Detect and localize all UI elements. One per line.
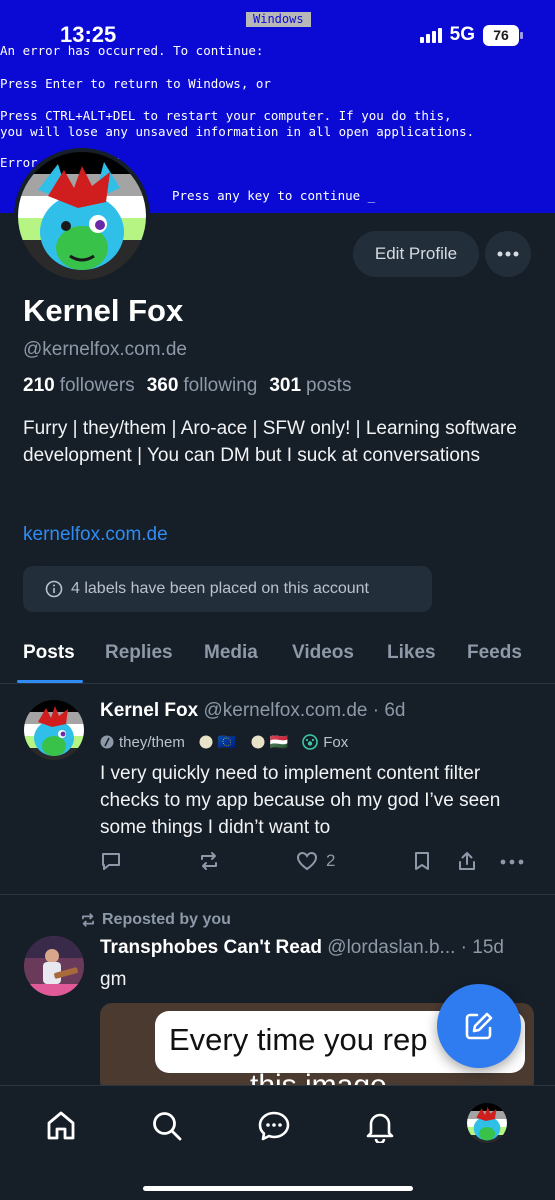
sparkle-icon — [251, 735, 265, 749]
post-more-button[interactable] — [500, 859, 524, 865]
nav-profile[interactable] — [467, 1103, 507, 1143]
post-actions: 2 — [100, 850, 530, 876]
chat-icon — [258, 1111, 290, 1141]
reply-icon — [102, 853, 120, 870]
display-name: Kernel Fox — [23, 293, 184, 328]
compose-icon — [465, 1012, 493, 1040]
post-author-name[interactable]: Kernel Fox — [100, 700, 198, 721]
post-author-avatar[interactable] — [24, 936, 84, 996]
paw-icon — [302, 734, 319, 750]
nav-chat[interactable] — [254, 1106, 294, 1146]
post-author-handle[interactable]: @kernelfox.com.de — [203, 700, 367, 721]
like-button[interactable]: 2 — [296, 850, 335, 872]
info-icon — [45, 580, 63, 598]
status-icons: 5G 76 — [419, 24, 523, 46]
share-button[interactable] — [456, 850, 478, 872]
bottom-navigation — [0, 1085, 555, 1200]
post-time: · 6d — [372, 700, 406, 721]
like-count: 2 — [326, 851, 336, 870]
ellipsis-icon — [500, 859, 524, 865]
more-options-button[interactable] — [485, 231, 531, 277]
following-stat[interactable]: 360 following — [147, 375, 258, 397]
bsod-line: Press CTRL+ALT+DEL to restart your compu… — [0, 108, 452, 123]
labels-notice-button[interactable]: 4 labels have been placed on this accoun… — [23, 566, 432, 612]
profile-handle: @kernelfox.com.de — [23, 339, 187, 360]
post-header: Transphobes Can't Read @lordaslan.b... ·… — [100, 937, 504, 959]
fox-avatar-image — [24, 700, 84, 760]
active-tab-indicator — [17, 680, 83, 683]
heart-icon — [296, 851, 318, 871]
tab-videos[interactable]: Videos — [292, 642, 354, 664]
status-time: 13:25 — [60, 22, 117, 47]
edit-profile-button[interactable]: Edit Profile — [353, 231, 479, 277]
slash-circle-icon — [100, 735, 114, 749]
tab-feeds[interactable]: Feeds — [467, 642, 522, 664]
fox-avatar-image — [467, 1103, 507, 1143]
profile-tabs: Posts Replies Media Videos Likes Feeds — [0, 636, 555, 684]
tab-likes[interactable]: Likes — [387, 642, 436, 664]
nav-home[interactable] — [41, 1106, 81, 1146]
profile-avatar[interactable] — [14, 148, 150, 284]
post-author-avatar[interactable] — [24, 700, 84, 760]
search-icon — [153, 1112, 182, 1141]
posts-stat: 301 posts — [269, 375, 352, 396]
labels-notice-text: 4 labels have been placed on this accoun… — [71, 580, 369, 597]
compose-button[interactable] — [437, 984, 521, 1068]
bsod-line: Press Enter to return to Windows, or — [0, 76, 271, 91]
post-header: Kernel Fox @kernelfox.com.de · 6d — [100, 700, 405, 722]
user-avatar-image — [24, 936, 84, 996]
hu-flag-badge: 🇭🇺 — [251, 733, 288, 751]
nav-notifications[interactable] — [360, 1106, 400, 1146]
tab-replies[interactable]: Replies — [105, 642, 173, 664]
nav-search[interactable] — [147, 1106, 187, 1146]
battery-level: 76 — [493, 27, 509, 43]
post-time: · 15d — [460, 937, 504, 958]
sparkle-icon — [199, 735, 213, 749]
repost-icon — [201, 852, 217, 870]
profile-link[interactable]: kernelfox.com.de — [23, 524, 168, 546]
post-badges: they/them 🇪🇺 🇭🇺 Fox — [100, 733, 348, 751]
battery-icon: 76 — [483, 24, 523, 46]
post-author-handle[interactable]: @lordaslan.b... — [327, 937, 455, 958]
post-author-name[interactable]: Transphobes Can't Read — [100, 937, 322, 958]
post-text: gm — [100, 969, 127, 990]
eu-flag-badge: 🇪🇺 — [199, 733, 237, 751]
profile-bio: Furry | they/them | Aro-ace | SFW only! … — [23, 418, 517, 466]
bsod-window-title: Windows — [246, 12, 311, 27]
profile-stats: 210 followers 360 following 301 posts — [23, 375, 351, 397]
followers-stat[interactable]: 210 followers — [23, 375, 135, 397]
repost-icon — [82, 913, 94, 927]
tab-media[interactable]: Media — [204, 642, 258, 664]
network-type: 5G — [449, 24, 475, 45]
bsod-line: Press any key to continue _ — [172, 188, 376, 203]
bookmark-icon — [415, 852, 429, 870]
pronoun-badge: they/them — [100, 734, 185, 751]
bsod-line: An error has occurred. To continue: — [0, 43, 264, 58]
fox-avatar-image — [18, 152, 146, 280]
repost-label: Reposted by you — [80, 911, 231, 929]
home-icon — [47, 1111, 75, 1140]
species-badge: Fox — [302, 734, 348, 751]
reply-button[interactable] — [100, 850, 122, 872]
repost-button[interactable] — [198, 850, 220, 872]
bsod-line: you will lose any unsaved information in… — [0, 124, 475, 139]
ellipsis-icon — [497, 251, 519, 257]
bell-icon — [366, 1113, 394, 1143]
signal-icon — [419, 27, 442, 43]
home-indicator — [143, 1186, 413, 1191]
post-divider — [0, 894, 555, 895]
tab-posts[interactable]: Posts — [23, 642, 75, 664]
bookmark-button[interactable] — [412, 850, 432, 872]
post-text: I very quickly need to implement content… — [100, 763, 501, 838]
share-icon — [459, 852, 475, 870]
